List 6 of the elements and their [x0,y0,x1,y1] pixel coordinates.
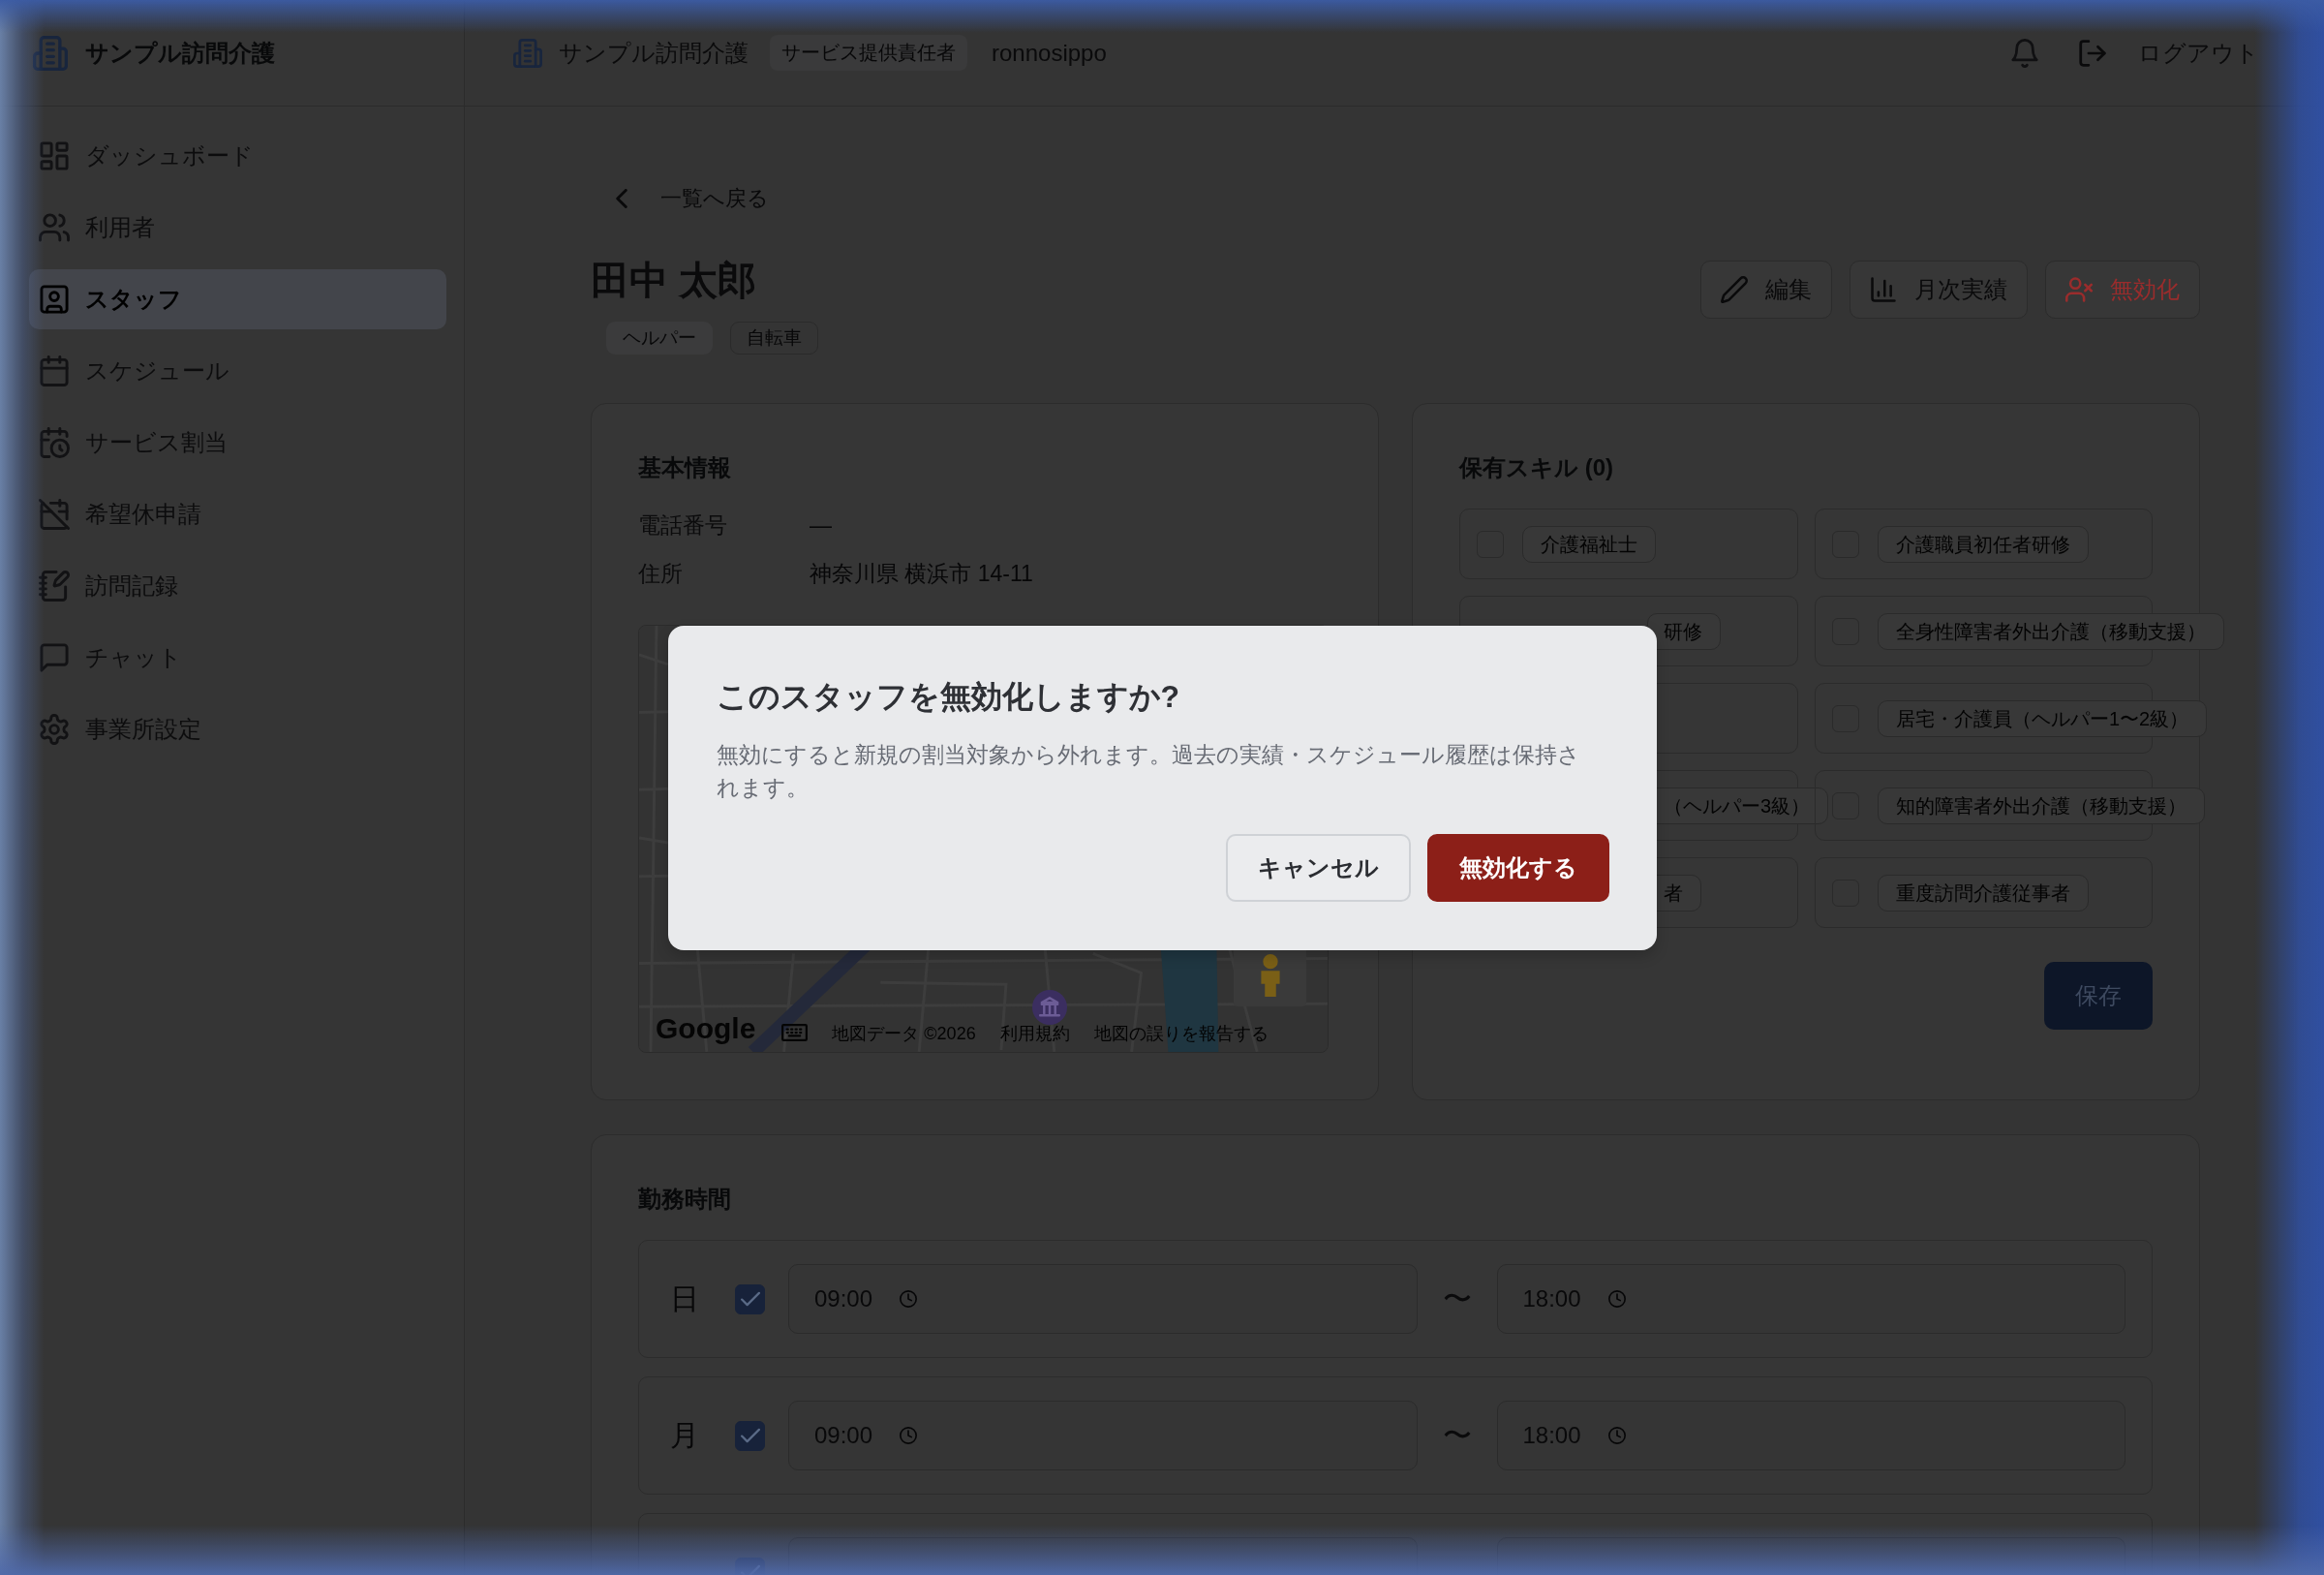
range-separator: 〜 [1442,1281,1472,1316]
dialog-message: 無効にすると新規の割当対象から外れます。過去の実績・スケジュール履歴は保持されます。 [716,740,1581,802]
dialog-title: このスタッフを無効化しますか? [716,677,1181,716]
field-value: — [810,511,833,540]
map-logo: Google [656,1012,756,1045]
range-separator: 〜 [1442,1417,1472,1453]
